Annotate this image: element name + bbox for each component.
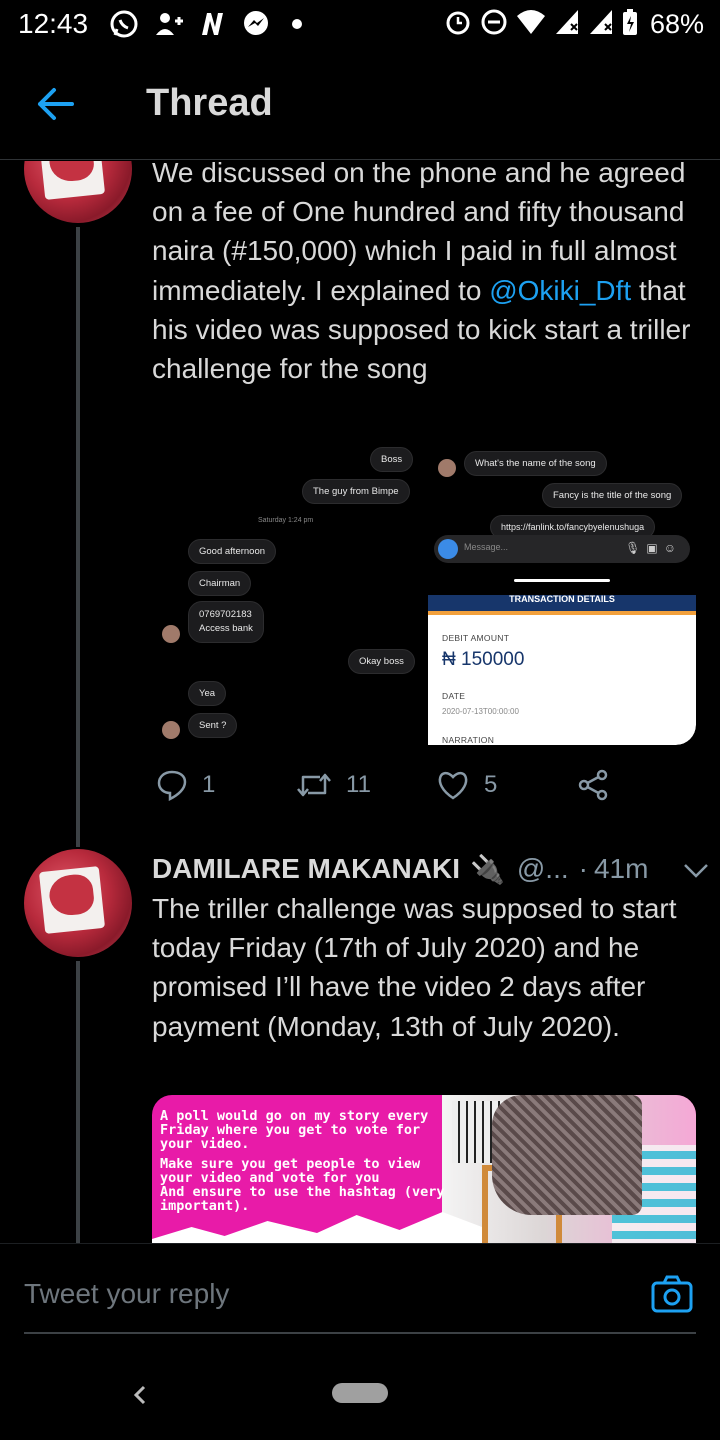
reply-underline — [24, 1332, 696, 1334]
thread-connector-line — [76, 961, 80, 1243]
nav-home-button[interactable] — [332, 1383, 388, 1403]
add-person-icon — [152, 8, 184, 40]
retweet-icon — [297, 773, 331, 797]
mic-icon: 🎙▣☺ — [625, 541, 682, 555]
image-caption-1: A poll would go on my story every Friday… — [160, 1108, 429, 1152]
system-nav-bar — [0, 1353, 720, 1440]
status-time: 12:43 — [18, 8, 89, 39]
tweet-media-grid[interactable]: Boss The guy from Bimpe Saturday 1:24 pm… — [152, 441, 696, 745]
chat-bubble: Boss — [370, 447, 414, 472]
bank-receipt-screenshot[interactable]: TRANSACTION DETAILS DEBIT AMOUNT ₦ 15000… — [428, 595, 696, 745]
chat-bubble: Good afternoon — [188, 539, 277, 564]
chat-avatar — [438, 459, 456, 477]
message-input-bar: Message... 🎙▣☺ — [434, 535, 690, 563]
chat-bubble: What's the name of the song — [464, 451, 607, 476]
debit-label: DEBIT AMOUNT — [442, 633, 510, 643]
battery-percent: 68% — [649, 9, 704, 39]
system-icons: 68% — [444, 8, 704, 41]
alarm-icon — [444, 8, 472, 41]
retweet-button[interactable]: 11 — [296, 765, 371, 805]
reply-icon — [157, 770, 187, 801]
retweet-count: 11 — [346, 771, 371, 798]
chat-bubble: Okay boss — [348, 649, 415, 674]
dnd-icon — [480, 8, 508, 41]
chat-bubble: Chairman — [188, 571, 252, 596]
chat-bubble: Sent ? — [188, 713, 238, 738]
share-icon — [578, 769, 608, 801]
back-button[interactable] — [32, 84, 78, 124]
notification-icons — [108, 8, 302, 40]
reply-count: 1 — [202, 771, 216, 798]
more-notifications-dot — [292, 19, 302, 29]
camera-icon — [438, 539, 458, 559]
signal-icon — [554, 8, 580, 41]
wifi-icon — [516, 8, 546, 41]
tweet-time: 41m — [593, 853, 649, 884]
tweet-actions: 1 11 5 — [152, 765, 712, 805]
reply-input[interactable]: Tweet your reply — [24, 1278, 229, 1310]
reply-button[interactable]: 1 — [156, 765, 215, 805]
whatsapp-icon — [108, 8, 140, 40]
author-name[interactable]: DAMILARE MAKANAKI — [152, 853, 460, 885]
chat-bubble: 0769702183 Access bank — [188, 601, 264, 643]
messenger-icon — [240, 8, 272, 40]
reply-bar: Tweet your reply — [0, 1243, 720, 1353]
plug-icon: 🔌 — [469, 853, 505, 885]
app-header: Thread — [0, 50, 720, 160]
debit-amount: ₦ 150000 — [442, 649, 525, 670]
camera-button[interactable] — [650, 1274, 694, 1314]
status-bar: 12:43 68% — [0, 0, 720, 50]
chat-avatar — [162, 721, 180, 739]
chat-bubble: The guy from Bimpe — [302, 479, 410, 504]
thread-view[interactable]: We discussed on the phone and he agreed … — [0, 161, 720, 1243]
chevron-down-icon — [684, 864, 708, 878]
bank-header: TRANSACTION DETAILS — [428, 595, 696, 615]
tweet-text: We discussed on the phone and he agreed … — [152, 161, 691, 385]
date-label: DATE — [442, 691, 466, 701]
nav-back-button[interactable] — [128, 1377, 150, 1413]
tweet-header: DAMILARE MAKANAKI 🔌 @... · 41m — [152, 849, 712, 889]
thread-connector-line — [76, 227, 80, 847]
like-count: 5 — [484, 771, 498, 798]
image-caption-2: Make sure you get people to view your vi… — [160, 1156, 445, 1214]
arrow-left-icon — [38, 88, 74, 120]
tweet-image[interactable]: A poll would go on my story every Friday… — [152, 1095, 696, 1243]
home-indicator — [514, 579, 610, 582]
chevron-left-icon — [133, 1385, 146, 1405]
chat-date: Saturday 1:24 pm — [258, 517, 314, 524]
person-legs-image — [492, 1095, 642, 1215]
camera-icon — [651, 1275, 693, 1313]
mention-link[interactable]: @Okiki_Dft — [489, 275, 631, 306]
like-button[interactable]: 5 — [436, 765, 497, 805]
n-icon — [196, 8, 228, 40]
tweet-menu-button[interactable] — [682, 855, 710, 887]
share-button[interactable] — [576, 765, 610, 805]
avatar[interactable] — [24, 161, 132, 223]
date-value: 2020-07-13T00:00:00 — [442, 707, 519, 716]
avatar[interactable] — [24, 849, 132, 957]
chat-bubble: Yea — [188, 681, 227, 706]
chat-screenshot-1[interactable]: Boss The guy from Bimpe Saturday 1:24 pm… — [152, 441, 422, 745]
chat-screenshot-2[interactable]: What's the name of the song Fancy is the… — [428, 441, 696, 587]
heart-icon — [438, 771, 468, 800]
battery-icon — [622, 8, 638, 41]
author-handle: @... — [516, 853, 569, 884]
narration-label: NARRATION — [442, 735, 495, 745]
tweet-text: The triller challenge was supposed to st… — [152, 893, 677, 1042]
page-title: Thread — [146, 82, 273, 124]
signal-icon — [588, 8, 614, 41]
chat-bubble: Fancy is the title of the song — [542, 483, 683, 508]
chat-avatar — [162, 625, 180, 643]
